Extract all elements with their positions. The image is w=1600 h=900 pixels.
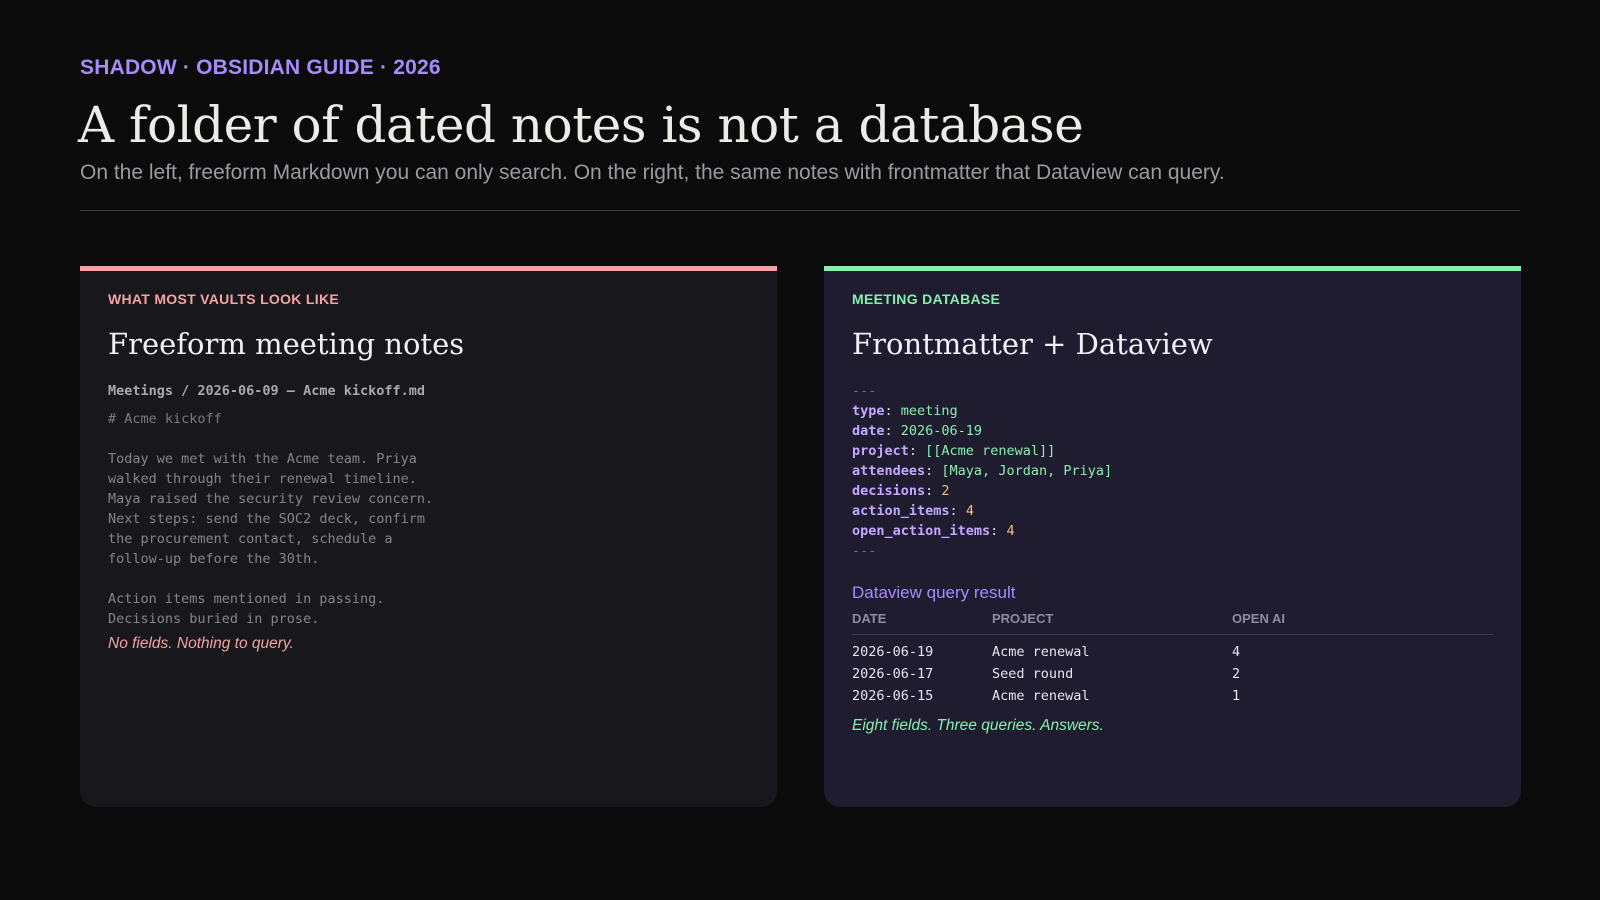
frontmatter-line: project: [[Acme renewal]]: [852, 443, 1056, 459]
frontmatter-key: type: [852, 403, 885, 419]
card-label: MEETING DATABASE: [852, 291, 1001, 307]
frontmatter-key: action_items: [852, 503, 950, 519]
frontmatter-line: action_items: 4: [852, 503, 974, 519]
dataview-table: DATE PROJECT OPEN AI 2026-06-19 Acme ren…: [852, 611, 1493, 707]
frontmatter-value: [Maya, Jordan, Priya]: [941, 463, 1113, 479]
frontmatter-value: 4: [1006, 523, 1015, 539]
column-header-open-ai: OPEN AI: [1232, 611, 1493, 635]
frontmatter-value: 2026-06-19: [900, 423, 983, 439]
header-divider: [80, 210, 1520, 211]
cell-open-ai: 2: [1232, 665, 1241, 682]
frontmatter-key: open_action_items: [852, 523, 991, 539]
page-subtitle: On the left, freeform Markdown you can o…: [80, 161, 1225, 184]
frontmatter-line: type: meeting: [852, 403, 958, 419]
frontmatter-key: project: [852, 443, 909, 459]
frontmatter-delimiter: ---: [852, 543, 877, 559]
frontmatter-line: date: 2026-06-19: [852, 423, 983, 439]
guide-kicker: SHADOW · OBSIDIAN GUIDE · 2026: [80, 56, 441, 79]
database-card: MEETING DATABASE Frontmatter + Dataview …: [824, 266, 1521, 807]
frontmatter-block: --- type: meeting date: 2026-06-19 project…: [852, 381, 1493, 561]
frontmatter-key: date: [852, 423, 885, 439]
frontmatter-line: attendees: [Maya, Jordan, Priya]: [852, 463, 1113, 479]
cell-project: Acme renewal: [992, 687, 1090, 704]
table-row: 2026-06-19 Acme renewal 4: [852, 635, 1493, 663]
frontmatter-key: attendees: [852, 463, 926, 479]
database-verdict: Eight fields. Three queries. Answers.: [852, 716, 1104, 734]
cell-open-ai: 1: [1232, 687, 1241, 704]
note-body: Today we met with the Acme team. Priya w…: [108, 451, 434, 567]
frontmatter-delimiter: ---: [852, 383, 877, 399]
table-row: 2026-06-15 Acme renewal 1: [852, 685, 1493, 707]
card-title: Frontmatter + Dataview: [852, 327, 1213, 361]
frontmatter-key: decisions: [852, 483, 926, 499]
frontmatter-value: 2: [941, 483, 950, 499]
cell-project: Seed round: [992, 665, 1074, 682]
note-heading: # Acme kickoff: [108, 411, 222, 427]
frontmatter-line: open_action_items: 4: [852, 523, 1015, 539]
frontmatter-value: [[Acme renewal]]: [925, 443, 1056, 459]
column-header-project: PROJECT: [992, 611, 1232, 635]
freeform-verdict: No fields. Nothing to query.: [108, 635, 294, 652]
note-file-path: Meetings / 2026-06-09 — Acme kickoff.md: [108, 383, 425, 399]
cell-project: Acme renewal: [992, 643, 1090, 660]
dataview-title: Dataview query result: [852, 583, 1016, 602]
cell-open-ai: 4: [1232, 643, 1241, 660]
frontmatter-value: 4: [965, 503, 974, 519]
cell-date: 2026-06-19: [852, 643, 934, 660]
note-body-summary: Action items mentioned in passing. Decis…: [108, 591, 385, 627]
table-row: 2026-06-17 Seed round 2: [852, 663, 1493, 685]
cell-date: 2026-06-17: [852, 665, 934, 682]
page-title: A folder of dated notes is not a databas…: [78, 96, 1084, 154]
freeform-card: WHAT MOST VAULTS LOOK LIKE Freeform meet…: [80, 266, 777, 807]
cell-date: 2026-06-15: [852, 687, 934, 704]
card-title: Freeform meeting notes: [108, 327, 465, 361]
column-header-date: DATE: [852, 611, 992, 635]
frontmatter-value: meeting: [900, 403, 958, 419]
table-header-row: DATE PROJECT OPEN AI: [852, 611, 1493, 635]
frontmatter-line: decisions: 2: [852, 483, 950, 499]
card-label: WHAT MOST VAULTS LOOK LIKE: [108, 291, 339, 307]
